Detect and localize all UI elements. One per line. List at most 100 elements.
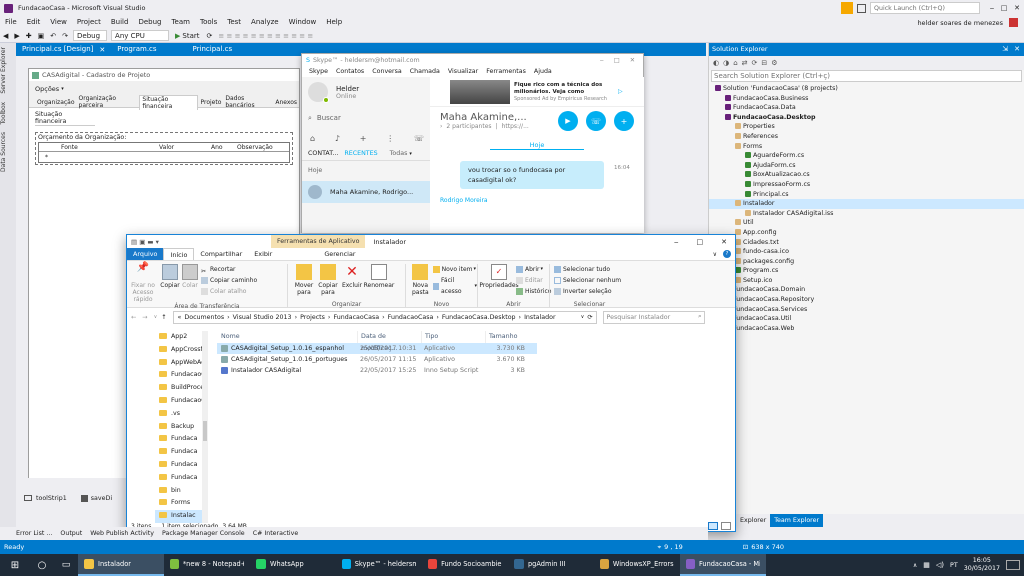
tab-arquivo[interactable]: Arquivo [127,248,164,260]
nav-folder-item[interactable]: AppCrossfit [155,344,206,357]
start-windows-icon[interactable]: ⊞ [0,560,30,571]
grid-col-ano[interactable]: Ano [211,144,237,151]
tree-item[interactable]: BoxAtualizacao.cs [709,170,1024,180]
dialpad-icon[interactable]: ⋮ [386,134,394,143]
skype-menu-ferramentas[interactable]: Ferramentas [482,68,530,75]
forward-icon[interactable]: ◑ [723,59,729,67]
home-icon[interactable]: ⌂ [733,59,737,67]
tree-item[interactable]: Cidades.txt [709,238,1024,248]
cut-button[interactable]: ✂ Recortar [201,264,257,275]
tab-output[interactable]: Output [56,530,86,537]
menu-analyze[interactable]: Analyze [246,16,284,29]
audio-call-button[interactable]: ☏ [586,111,606,131]
nav-folder-item[interactable]: .vs [155,408,206,421]
task-view-icon[interactable]: ▭ [54,560,78,570]
copy-to-button[interactable]: Copiar para [316,264,340,296]
recent-locations-icon[interactable]: ∨ [154,314,158,320]
tab-program-cs[interactable]: Program.cs [111,43,162,56]
tree-item[interactable]: Util [709,218,1024,228]
taskbar-item[interactable]: Skype™ - heldersm... [336,554,422,576]
nav-folder-item[interactable]: Forms [155,497,206,510]
tree-item[interactable]: References [709,132,1024,142]
skype-menu-skype[interactable]: Skype [305,68,332,75]
chat-title[interactable]: Maha Akamine,... [440,112,558,123]
nav-folder-item[interactable]: FundacaoC... [155,369,206,382]
video-call-button[interactable]: ▶ [558,111,578,131]
nav-folder-item[interactable]: AppWebAc... [155,357,206,370]
user-avatar[interactable] [1009,18,1018,27]
back-icon[interactable]: ◐ [713,59,719,67]
maximize-button[interactable]: □ [614,57,620,64]
platform-select[interactable]: Any CPU [111,30,170,41]
skype-menu-conversa[interactable]: Conversa [368,68,406,75]
tree-item[interactable]: packages.config [709,257,1024,267]
menu-test[interactable]: Test [222,16,246,29]
message-bubble[interactable]: vou trocar so o fundocasa por casadigita… [460,161,604,189]
breadcrumb-documentos[interactable]: Documentos [184,314,224,321]
address-dropdown-icon[interactable]: ∨ [581,314,585,320]
skype-ad-banner[interactable]: Fique rico com a técnica dos milionários… [430,77,644,107]
close-button[interactable]: ✕ [630,57,635,64]
nav-folder-item[interactable]: Fundaca [155,433,206,446]
large-icons-view-icon[interactable] [721,522,731,530]
breadcrumb-fundacaocasa-1[interactable]: FundacaoCasa [333,314,379,321]
tab-solution-explorer[interactable]: Explorer [736,517,770,524]
ad-info-icon[interactable]: ▷ [618,88,623,95]
file-row[interactable]: Instalador CASAdigital 22/05/2017 15:25 In… [217,365,537,376]
skype-menu-ajuda[interactable]: Ajuda [530,68,556,75]
orcamento-grid[interactable]: Fonte Valor Ano Observação * [38,142,290,163]
tree-item[interactable]: Solution 'FundacaoCasa' (8 projects) [709,84,1024,94]
tree-item[interactable]: ImpressaoForm.cs [709,180,1024,190]
user-name[interactable]: helder soares de menezes [917,19,1003,27]
file-row[interactable]: CASAdigital_Setup_1.0.16_portugues 26/05/… [217,354,537,365]
tab-error-list[interactable]: Error List ... [0,530,56,537]
tab-situacao-financeira[interactable]: Situação financeira [139,94,199,110]
menu-help[interactable]: Help [321,16,347,29]
tree-item[interactable]: FundacaoCasa.Desktop [709,113,1024,123]
tab-contatos[interactable]: CONTAT... [308,150,338,157]
menu-view[interactable]: View [45,16,72,29]
tab-projeto[interactable]: Projeto [198,99,223,106]
server-explorer-tab[interactable]: Server Explorer [0,43,7,98]
nav-folder-item[interactable]: bin [155,485,206,498]
details-view-icon[interactable] [708,522,718,530]
clock[interactable]: 16:05 30/05/2017 [964,557,1000,573]
nav-folder-item[interactable]: Fundaca [155,446,206,459]
move-to-button[interactable]: Mover para [292,264,316,296]
nav-folder-item[interactable]: Fundaca [155,472,206,485]
panel-close-icon[interactable]: ✕ [1014,43,1020,56]
align-icon[interactable]: ≡ ≡ ≡ ≡ ≡ ≡ ≡ ≡ ≡ ≡ ≡ ≡ [215,29,316,43]
search-icon[interactable]: ○ [30,560,54,571]
skype-search[interactable]: ⌕ Buscar [302,107,430,129]
tab-compartilhar[interactable]: Compartilhar [194,248,248,260]
maximize-button[interactable]: □ [697,238,704,246]
tree-item[interactable]: FundacaoCasa.Services [709,305,1024,315]
tab-close-icon[interactable]: ✕ [99,46,105,54]
sync-icon[interactable]: ⇄ [742,59,748,67]
tree-item[interactable]: Instalador CASAdigital.iss [709,209,1024,219]
save-all-icon[interactable]: ▣ [35,29,48,43]
select-none-button[interactable]: Selecionar nenhum [554,275,629,286]
minimize-button[interactable]: ‒ [986,4,998,12]
bell-icon[interactable]: ♪ [335,134,340,143]
forward-arrow-icon[interactable]: → [142,314,147,321]
close-button[interactable]: ✕ [721,238,727,246]
breadcrumb-visual-studio[interactable]: Visual Studio 2013 [233,314,292,321]
properties-button[interactable]: ✓ Propriedades [479,264,519,289]
redo-icon[interactable]: ↷ [59,29,71,43]
address-bar[interactable]: « Documentos › Visual Studio 2013 › Projec… [172,310,597,324]
refresh-icon[interactable]: ⟳ [752,59,758,67]
tab-principal-design[interactable]: Principal.cs [Design] [16,43,100,56]
collapse-icon[interactable]: ⊟ [761,59,767,67]
forward-icon[interactable]: ▶ [11,29,22,43]
taskbar-item[interactable]: *new 8 - Notepad++ [164,554,250,576]
volume-icon[interactable]: ◁) [936,561,944,569]
taskbar-item[interactable]: FundacaoCasa - Mi... [680,554,766,576]
explorer-search-input[interactable]: Pesquisar Instalador [607,314,698,321]
grid-col-valor[interactable]: Valor [159,144,211,151]
filter-todas[interactable]: Todas [390,150,408,157]
tree-item[interactable]: AguardeForm.cs [709,151,1024,161]
tab-gerenciar[interactable]: Gerenciar [318,248,361,260]
tab-dados-bancarios[interactable]: Dados bancários [223,95,273,109]
language-indicator[interactable]: PT [950,562,958,569]
